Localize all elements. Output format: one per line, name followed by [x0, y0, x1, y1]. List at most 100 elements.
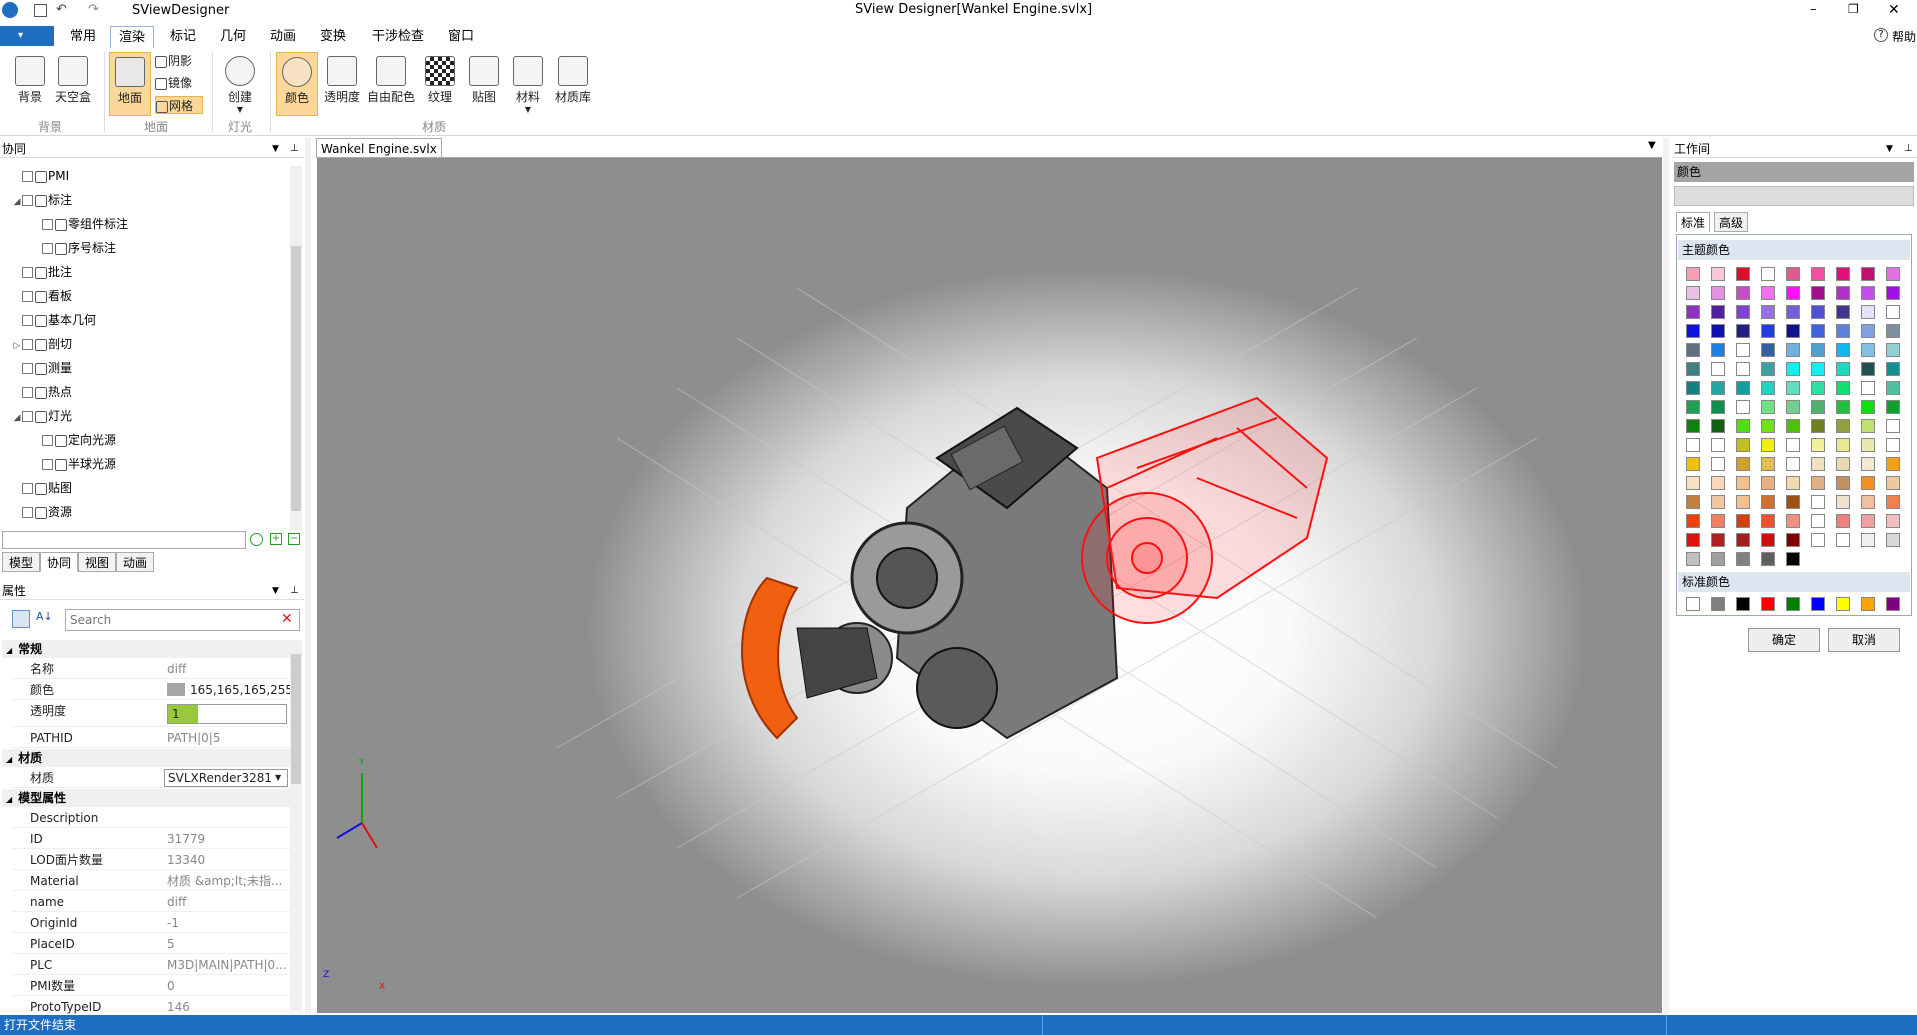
theme-color-swatch[interactable] [1786, 552, 1800, 566]
free-color-button[interactable]: 自由配色 [366, 56, 416, 105]
theme-color-swatch[interactable] [1761, 305, 1775, 319]
material-select[interactable]: SVLXRender3281 ▼ [164, 769, 288, 787]
decal-button[interactable]: 贴图 [466, 56, 502, 105]
standard-color-swatch[interactable] [1811, 597, 1825, 611]
theme-color-swatch[interactable] [1736, 495, 1750, 509]
cancel-button[interactable]: 取消 [1828, 628, 1900, 652]
restore-icon[interactable]: ❐ [1848, 2, 1859, 16]
document-tab[interactable]: Wankel Engine.svlx [316, 138, 442, 158]
selected-part-highlight[interactable] [1081, 396, 1329, 624]
theme-color-swatch[interactable] [1836, 305, 1850, 319]
dropdown-arrow-icon[interactable]: ▼ [1886, 140, 1893, 158]
theme-color-swatch[interactable] [1861, 400, 1875, 414]
tree-expander-icon[interactable]: ◢ [12, 408, 22, 428]
theme-color-swatch[interactable] [1786, 324, 1800, 338]
theme-color-swatch[interactable] [1711, 305, 1725, 319]
theme-color-swatch[interactable] [1736, 476, 1750, 490]
tree-item[interactable]: 批注 [12, 262, 72, 282]
theme-color-swatch[interactable] [1686, 324, 1700, 338]
theme-color-swatch[interactable] [1686, 362, 1700, 376]
tree-item[interactable]: ▷ 剖切 [12, 334, 72, 354]
theme-color-swatch[interactable] [1711, 438, 1725, 452]
tree-checkbox[interactable] [22, 363, 33, 374]
tree-item[interactable]: ◢ 标注 [12, 190, 72, 210]
theme-color-swatch[interactable] [1811, 476, 1825, 490]
right-splitter[interactable] [1663, 138, 1669, 1014]
categorized-view-icon[interactable] [12, 610, 30, 628]
theme-color-swatch[interactable] [1736, 286, 1750, 300]
tree-search-input[interactable] [2, 531, 246, 549]
theme-color-swatch[interactable] [1736, 457, 1750, 471]
tab-collab[interactable]: 协同 [40, 552, 79, 572]
theme-color-swatch[interactable] [1786, 457, 1800, 471]
pin-icon[interactable]: ⊥ [290, 140, 299, 158]
theme-color-swatch[interactable] [1761, 362, 1775, 376]
theme-color-swatch[interactable] [1786, 381, 1800, 395]
tree-checkbox[interactable] [42, 243, 53, 254]
property-value[interactable]: 材质 &amp;lt;未指... [167, 871, 287, 891]
tree-item[interactable]: 序号标注 [32, 238, 116, 258]
property-value[interactable]: -1 [167, 913, 287, 933]
property-row[interactable]: Description [12, 808, 290, 828]
theme-color-swatch[interactable] [1686, 514, 1700, 528]
theme-color-swatch[interactable] [1886, 514, 1900, 528]
collapse-icon[interactable]: ◢ [6, 795, 12, 804]
minimize-icon[interactable]: – [1810, 2, 1817, 17]
theme-color-swatch[interactable] [1786, 362, 1800, 376]
theme-color-swatch[interactable] [1736, 419, 1750, 433]
file-menu-button[interactable]: ▾ [0, 26, 54, 46]
property-search-field[interactable] [70, 611, 270, 629]
color-button[interactable]: 颜色 [276, 52, 318, 116]
theme-color-swatch[interactable] [1786, 267, 1800, 281]
props-scrollbar[interactable] [290, 640, 302, 1010]
theme-color-swatch[interactable] [1711, 267, 1725, 281]
theme-color-swatch[interactable] [1836, 514, 1850, 528]
collapse-icon[interactable]: ◢ [6, 646, 12, 655]
theme-color-swatch[interactable] [1786, 343, 1800, 357]
theme-color-swatch[interactable] [1886, 343, 1900, 357]
theme-color-swatch[interactable] [1861, 305, 1875, 319]
theme-color-swatch[interactable] [1886, 419, 1900, 433]
theme-color-swatch[interactable] [1886, 457, 1900, 471]
theme-color-swatch[interactable] [1836, 286, 1850, 300]
property-row[interactable]: ID 31779 [12, 829, 290, 849]
property-category[interactable]: ◢ 材质 [2, 749, 290, 767]
theme-color-swatch[interactable] [1836, 533, 1850, 547]
help-icon[interactable]: ? [1874, 28, 1888, 42]
theme-color-swatch[interactable] [1711, 476, 1725, 490]
grid-button[interactable]: 网格 [155, 96, 203, 114]
theme-color-swatch[interactable] [1761, 419, 1775, 433]
skybox-button[interactable]: 天空盒 [52, 56, 94, 105]
theme-color-swatch[interactable] [1736, 381, 1750, 395]
theme-color-swatch[interactable] [1836, 267, 1850, 281]
tree-checkbox[interactable] [22, 411, 33, 422]
property-row[interactable]: 透明度 1 [12, 701, 290, 727]
theme-color-swatch[interactable] [1711, 381, 1725, 395]
theme-color-swatch[interactable] [1811, 324, 1825, 338]
document-tab-list-icon[interactable]: ▼ [1648, 140, 1656, 151]
theme-color-swatch[interactable] [1786, 305, 1800, 319]
theme-color-swatch[interactable] [1736, 362, 1750, 376]
tree-item[interactable]: 半球光源 [32, 454, 116, 474]
ground-button[interactable]: 地面 [109, 52, 151, 116]
theme-color-swatch[interactable] [1886, 533, 1900, 547]
theme-color-swatch[interactable] [1736, 324, 1750, 338]
clear-search-icon[interactable]: ✕ [281, 611, 293, 627]
tree-checkbox[interactable] [22, 267, 33, 278]
standard-color-swatch[interactable] [1761, 597, 1775, 611]
theme-color-swatch[interactable] [1861, 343, 1875, 357]
tree-checkbox[interactable] [42, 219, 53, 230]
theme-color-swatch[interactable] [1836, 324, 1850, 338]
theme-color-swatch[interactable] [1786, 400, 1800, 414]
theme-color-swatch[interactable] [1786, 286, 1800, 300]
tree-expander-icon[interactable]: ▷ [12, 336, 22, 356]
standard-color-swatch[interactable] [1886, 597, 1900, 611]
tree-checkbox[interactable] [22, 171, 33, 182]
theme-color-swatch[interactable] [1761, 286, 1775, 300]
theme-color-swatch[interactable] [1711, 514, 1725, 528]
standard-color-swatch[interactable] [1786, 597, 1800, 611]
theme-color-swatch[interactable] [1811, 343, 1825, 357]
theme-color-swatch[interactable] [1861, 476, 1875, 490]
tab-advanced[interactable]: 高级 [1714, 212, 1749, 232]
engine-model[interactable] [741, 406, 1119, 740]
